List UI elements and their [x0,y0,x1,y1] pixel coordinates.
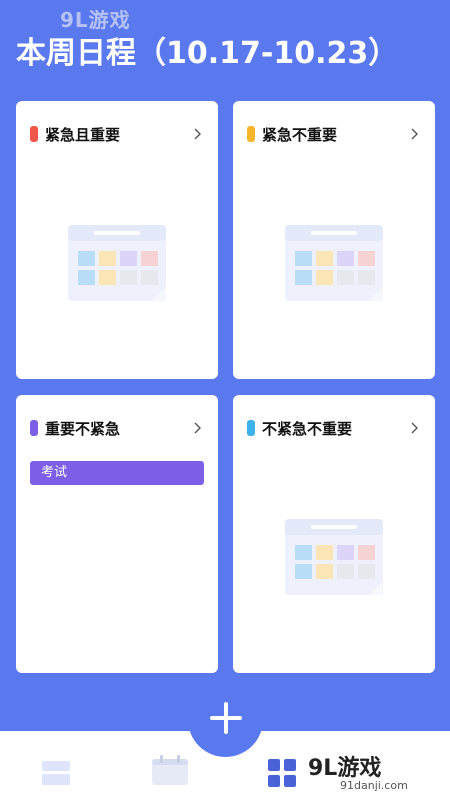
quadrant-card-not-urgent-not-important[interactable]: 不紧急不重要 [233,395,435,673]
chevron-right-icon[interactable] [190,123,204,145]
purple-tag-icon [30,420,38,436]
calendar-icon[interactable] [152,755,188,789]
chevron-right-icon[interactable] [407,417,421,439]
quadrant-header: 重要不紧急 [30,417,204,439]
yellow-tag-icon [247,126,255,142]
quadrant-header: 紧急且重要 [30,123,204,145]
watermark-badge: 9L游戏 91danji.com [300,748,450,800]
list-icon[interactable] [42,761,70,789]
empty-calendar-illustration-icon [283,223,385,305]
quadrant-header: 不紧急不重要 [247,417,421,439]
chevron-right-icon[interactable] [407,123,421,145]
quadrant-title: 重要不紧急 [45,419,121,438]
quadrant-card-important-not-urgent[interactable]: 重要不紧急 考试 [16,395,218,673]
red-tag-icon [30,126,38,142]
watermark-url: 91danji.com [340,779,408,792]
plus-icon [208,700,244,740]
quadrant-title: 紧急且重要 [45,125,121,144]
task-item[interactable]: 考试 [30,461,204,485]
quadrant-title: 紧急不重要 [262,125,338,144]
empty-calendar-illustration-icon [283,517,385,599]
quadrant-card-urgent-not-important[interactable]: 紧急不重要 [233,101,435,379]
page-title: 本周日程（10.17-10.23） [16,36,399,71]
quadrant-title: 不紧急不重要 [262,419,353,438]
empty-calendar-illustration-icon [66,223,168,305]
chevron-right-icon[interactable] [190,417,204,439]
grid-icon[interactable] [268,759,296,791]
watermark-logo: 9L游戏 [308,756,382,781]
add-button[interactable] [188,682,263,757]
quadrant-header: 紧急不重要 [247,123,421,145]
blue-tag-icon [247,420,255,436]
quadrant-card-urgent-important[interactable]: 紧急且重要 [16,101,218,379]
